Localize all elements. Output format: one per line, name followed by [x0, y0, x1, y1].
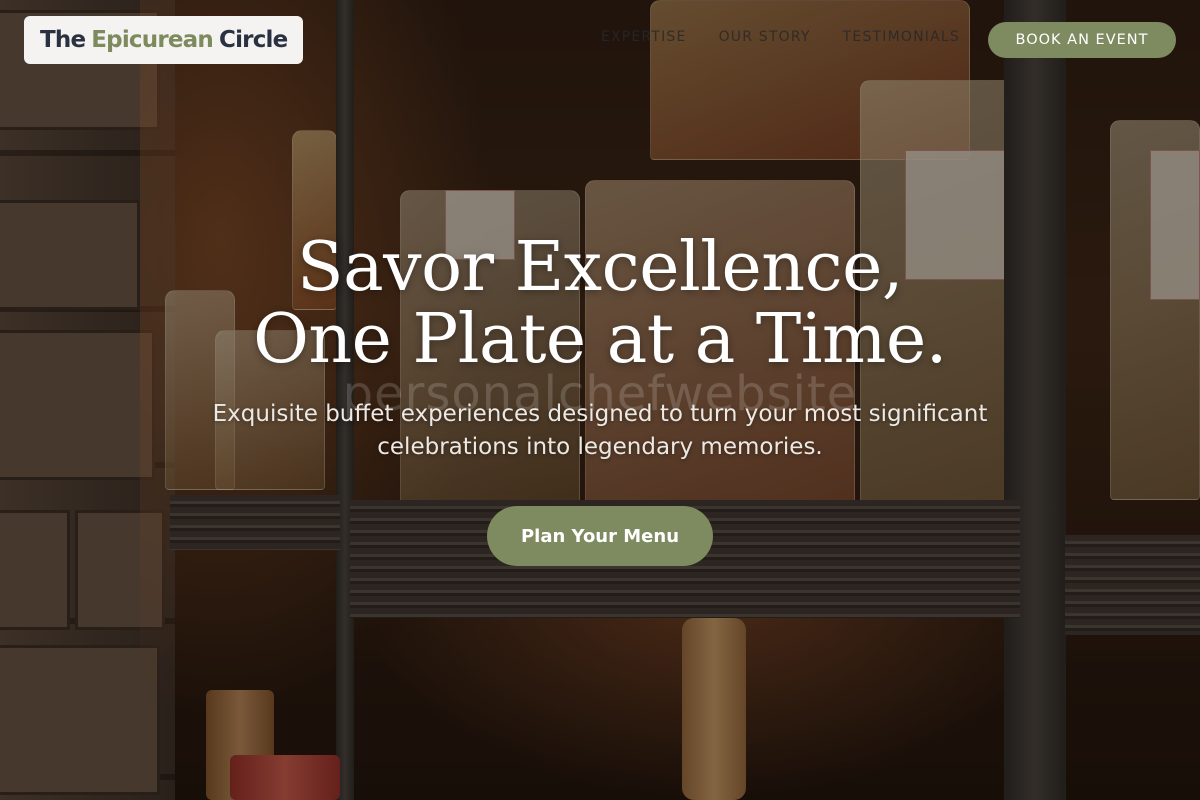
logo-text-circle: Circle	[218, 27, 288, 53]
nav-link-testimonials[interactable]: TESTIMONIALS	[843, 29, 960, 45]
nav-link-our-story[interactable]: OUR STORY	[719, 29, 811, 45]
site-logo[interactable]: The Epicurean Circle	[24, 16, 304, 64]
nav-link-expertise[interactable]: EXPERTISE	[601, 29, 687, 45]
main-nav: EXPERTISE OUR STORY TESTIMONIALS	[601, 29, 960, 45]
hero-title: Savor Excellence, One Plate at a Time.	[253, 228, 947, 379]
book-event-button[interactable]: BOOK AN EVENT	[988, 22, 1176, 58]
logo-text-the: The	[40, 27, 86, 53]
hero-section: Savor Excellence, One Plate at a Time. E…	[0, 232, 1200, 464]
hero-subtitle: Exquisite buffet experiences designed to…	[212, 401, 988, 460]
logo-text-epicurean: Epicurean	[91, 27, 214, 53]
plan-menu-button[interactable]: Plan Your Menu	[487, 506, 713, 566]
